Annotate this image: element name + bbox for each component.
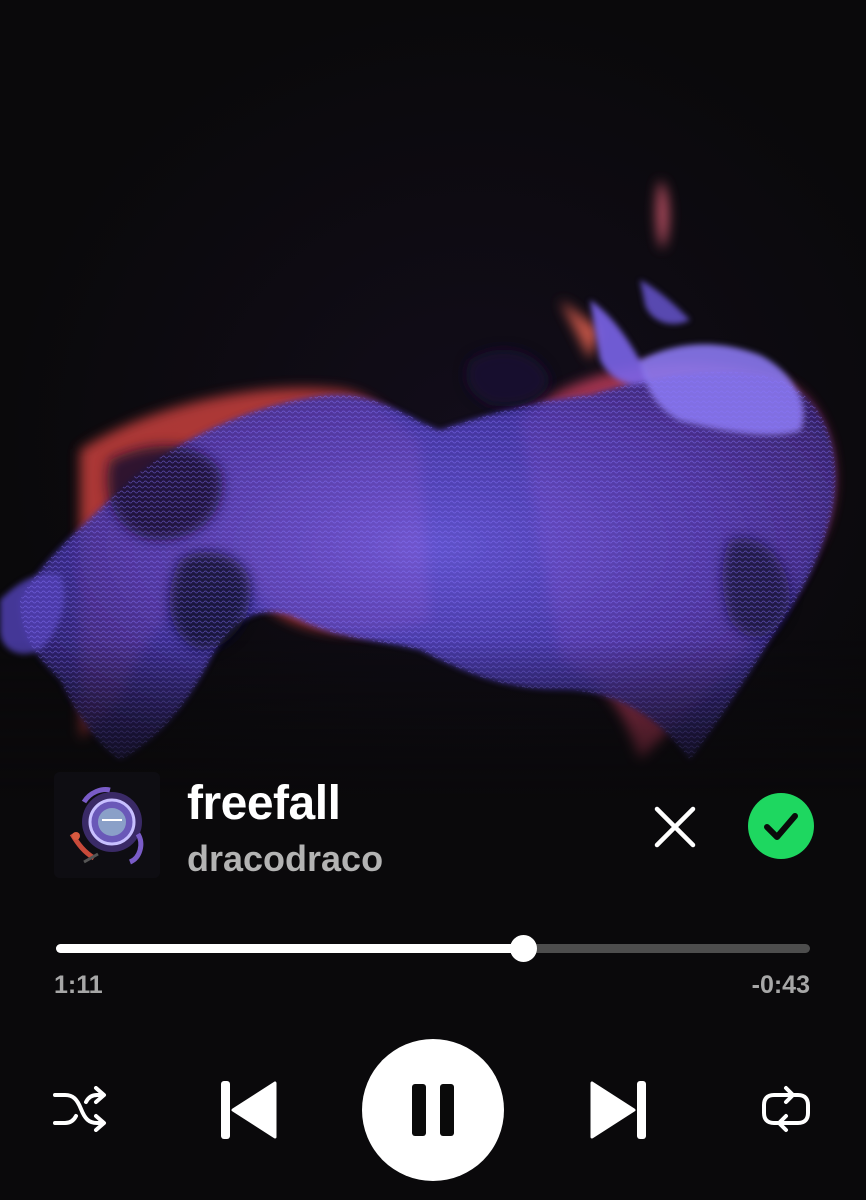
canvas-video-background [0,0,866,800]
track-artist[interactable]: dracodraco [187,838,383,880]
pause-icon [412,1084,454,1136]
track-title[interactable]: freefall [187,776,341,832]
added-to-library-button[interactable] [748,793,814,859]
progress-bar-fill [56,944,524,953]
previous-track-button[interactable] [219,1079,277,1141]
album-cover-art [54,772,160,878]
repeat-icon [762,1086,810,1132]
remaining-time: -0:43 [751,971,810,999]
close-icon [654,806,696,848]
dismiss-button[interactable] [650,802,700,852]
now-playing-screen: freefall dracodraco 1:11 -0:43 [0,0,866,1200]
canvas-artwork-figure [0,180,836,760]
album-cover[interactable] [54,772,160,878]
play-pause-button[interactable] [362,1039,504,1181]
skip-previous-icon [221,1081,277,1139]
track-info-row: freefall dracodraco [54,772,814,880]
skip-next-icon [590,1081,646,1139]
elapsed-time: 1:11 [54,971,103,999]
progress-bar-handle[interactable] [510,935,538,962]
progress-bar[interactable] [56,935,810,962]
next-track-button[interactable] [590,1079,648,1141]
shuffle-icon [53,1086,106,1132]
shuffle-button[interactable] [53,1086,107,1132]
repeat-button[interactable] [760,1085,812,1135]
check-circle-icon [748,793,814,859]
